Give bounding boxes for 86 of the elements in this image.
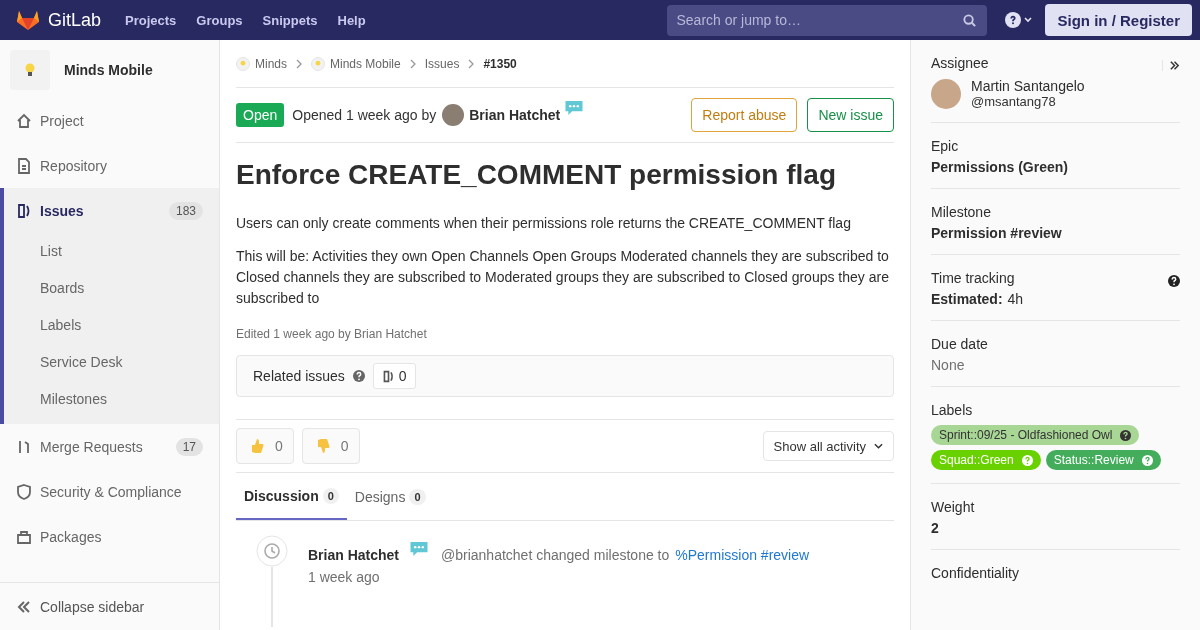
sidebar-item[interactable]: Merge Requests 17 — [0, 424, 219, 469]
project-name[interactable]: Minds Mobile — [64, 62, 153, 78]
tab[interactable]: Discussion 0 — [236, 473, 347, 520]
package-icon — [16, 528, 32, 545]
note-time: 1 week ago — [308, 569, 381, 585]
double-chevron-icon[interactable] — [1162, 60, 1180, 71]
related-count-button[interactable]: 0 — [372, 363, 416, 389]
issue-title: Enforce CREATE_COMMENT permission flag — [236, 159, 837, 191]
tab[interactable]: Designs 0 — [346, 473, 434, 520]
section-heading: Assignee — [931, 55, 989, 71]
edited-note: Edited 1 week ago by Brian Hatchet — [236, 327, 428, 341]
sidebar-item[interactable]: Issues 183 — [4, 188, 219, 233]
author-link[interactable]: Brian Hatchet — [469, 107, 561, 123]
breadcrumb-link[interactable]: #1350 — [483, 56, 517, 71]
note-text: @brianhatchet changed milestone to — [441, 547, 670, 563]
chevron-icon — [468, 58, 475, 69]
status-badge: Open — [236, 103, 285, 127]
double-chevron-icon — [16, 598, 32, 615]
award-button[interactable]: 0 — [301, 428, 360, 464]
section-heading: Due date — [931, 336, 989, 352]
merge-request-icon — [16, 438, 32, 455]
chat-bubble-icon — [564, 100, 585, 117]
sidebar-subitem[interactable]: Labels — [4, 307, 219, 344]
help-icon — [1021, 454, 1033, 466]
help-icon — [1141, 454, 1153, 466]
award-button[interactable]: 0 — [236, 428, 294, 464]
sidebar-subitem[interactable]: Boards — [4, 270, 219, 307]
caret-icon — [874, 443, 883, 449]
sidebar-item[interactable]: Packages — [0, 514, 219, 559]
brand-name[interactable]: GitLab — [48, 9, 102, 31]
fox-logo-icon[interactable] — [16, 9, 40, 31]
avatar — [442, 104, 465, 126]
section-heading: Confidentiality — [931, 565, 1020, 581]
chat-bubble-icon — [409, 541, 430, 558]
assignee-handle: @msantang78 — [971, 94, 1057, 109]
section-heading: Time tracking — [931, 270, 1015, 286]
lightbulb-icon — [311, 56, 325, 71]
section-heading: Epic — [931, 138, 960, 154]
new-issue-button[interactable]: New issue — [807, 98, 894, 132]
description-paragraph: Users can only create comments when their permissions role returns the CREATE_COMMENT flag — [236, 214, 852, 233]
sidebar-item[interactable]: Project — [0, 98, 219, 143]
breadcrumb-link[interactable]: Issues — [424, 56, 460, 71]
nav-link[interactable]: Projects — [125, 12, 177, 28]
epic-value[interactable]: Permissions (Green) — [931, 159, 1180, 175]
due-date-value: None — [931, 357, 966, 373]
milestone-link[interactable]: %Permission #review — [675, 547, 810, 563]
document-icon — [16, 157, 32, 174]
issues-icon — [381, 369, 395, 383]
weight-value: 2 — [931, 520, 940, 536]
activity-filter-dropdown[interactable]: Show all activity — [762, 431, 894, 461]
help-icon[interactable] — [1168, 274, 1180, 287]
sign-in-button[interactable]: Sign in / Register — [1045, 4, 1192, 36]
section-heading: Milestone — [931, 204, 992, 220]
avatar — [931, 78, 961, 109]
issues-icon — [16, 202, 32, 219]
search-field[interactable]: Search or jump to… — [667, 4, 988, 36]
related-issues-label: Related issues — [253, 368, 345, 384]
description-paragraph: This will be: Activities they own Open Channels Open Groups Moderated channels they are subscribed to Closed channels they are subscribed to Moderated groups they are subscribed to Closed groups they are subscribed to — [236, 247, 890, 308]
sidebar-subitem[interactable]: Service Desk — [4, 344, 219, 381]
lightbulb-icon — [10, 50, 50, 90]
shield-icon — [16, 483, 32, 500]
opened-text: Opened 1 week ago by — [292, 107, 437, 123]
home-icon — [16, 112, 32, 129]
chevron-icon — [296, 58, 302, 69]
chevron-icon — [409, 58, 416, 69]
sidebar-item[interactable]: Security & Compliance — [0, 469, 219, 514]
section-heading: Labels — [931, 402, 974, 418]
help-icon — [1120, 429, 1132, 441]
author-link[interactable]: Brian Hatchet — [308, 547, 400, 563]
breadcrumb-link[interactable]: Minds Mobile — [330, 56, 401, 71]
sidebar-subitem[interactable]: Milestones — [4, 381, 219, 418]
section-heading: Weight — [931, 499, 976, 515]
label-tag[interactable]: Sprint::09/25 - Oldfashioned Owl — [931, 425, 1140, 445]
nav-link[interactable]: Groups — [196, 12, 243, 28]
estimate-label: Estimated: — [931, 291, 1003, 307]
sidebar-subitem[interactable]: List — [4, 233, 219, 270]
thumbs-up-icon — [249, 438, 265, 454]
sidebar-item[interactable]: Repository — [0, 143, 219, 188]
nav-link[interactable]: Help — [337, 12, 366, 28]
assignee-name[interactable]: Martin Santangelo — [971, 78, 1085, 94]
breadcrumb-link[interactable]: Minds — [255, 56, 287, 71]
milestone-value[interactable]: Permission #review — [931, 225, 1180, 241]
search-icon — [962, 12, 978, 28]
estimate-value: 4h — [1007, 291, 1024, 307]
lightbulb-icon — [236, 56, 250, 71]
nav-link[interactable]: Snippets — [262, 12, 318, 28]
